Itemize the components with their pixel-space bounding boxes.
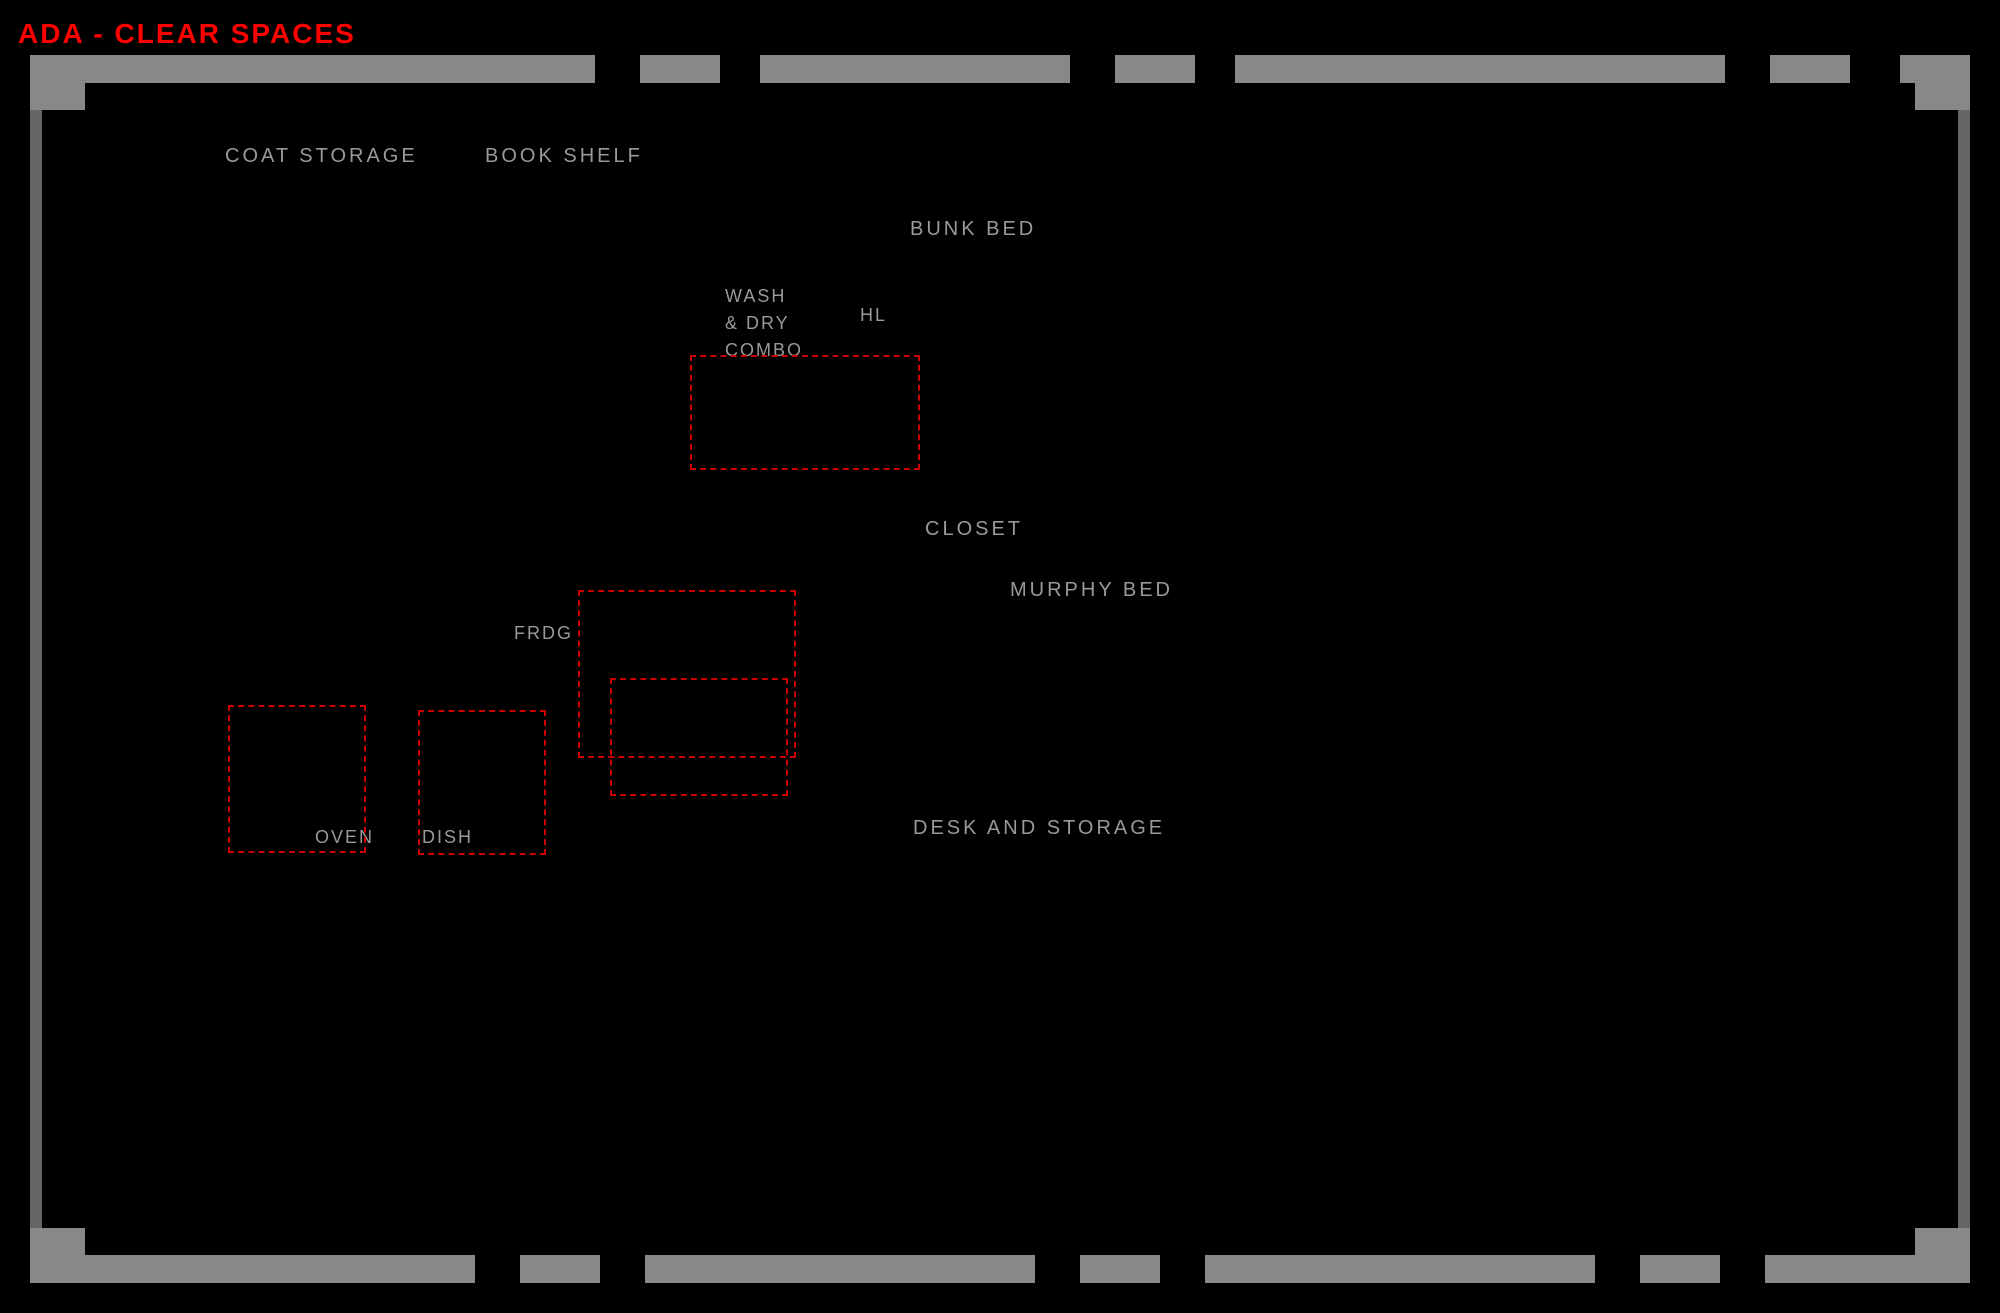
wall-top-7 — [1900, 55, 1970, 83]
ada-rect-frdg-small — [610, 678, 788, 796]
wall-bottom-4 — [1080, 1255, 1160, 1283]
wall-bottom-3 — [645, 1255, 1035, 1283]
page-title: ADA - CLEAR SPACES — [18, 18, 356, 50]
corner-bl — [30, 1228, 85, 1283]
coat-storage-label: COAT STORAGE — [225, 145, 418, 168]
wall-bottom-7 — [1765, 1255, 1970, 1283]
book-shelf-label: BOOK SHELF — [485, 145, 643, 168]
ada-rect-oven — [228, 705, 366, 853]
wall-top-4 — [1115, 55, 1195, 83]
bunk-bed-label: BUNK BED — [910, 218, 1036, 241]
wall-right — [1958, 110, 1970, 1228]
wall-bottom-6 — [1640, 1255, 1720, 1283]
wall-left — [30, 110, 42, 1228]
wall-top-2 — [640, 55, 720, 83]
wall-top-1 — [85, 55, 595, 83]
hl-label: HL — [860, 305, 887, 326]
floorplan: COAT STORAGE BOOK SHELF BUNK BED WASH& D… — [30, 55, 1970, 1283]
wall-top-6 — [1770, 55, 1850, 83]
wall-top-3 — [760, 55, 1070, 83]
murphy-bed-label: MURPHY BED — [1010, 579, 1173, 602]
wash-dry-combo-label: WASH& DRYCOMBO — [725, 283, 803, 364]
wall-bottom-1 — [85, 1255, 475, 1283]
wall-top-5 — [1235, 55, 1725, 83]
wall-bottom-2 — [520, 1255, 600, 1283]
desk-and-storage-label: DESK AND STORAGE — [913, 817, 1165, 840]
wall-bottom-5 — [1205, 1255, 1595, 1283]
closet-label: CLOSET — [925, 518, 1023, 541]
corner-tl — [30, 55, 85, 110]
frdg-label: FRDG — [514, 623, 573, 644]
ada-rect-dish — [418, 710, 546, 855]
ada-rect-wash-dry — [690, 355, 920, 470]
